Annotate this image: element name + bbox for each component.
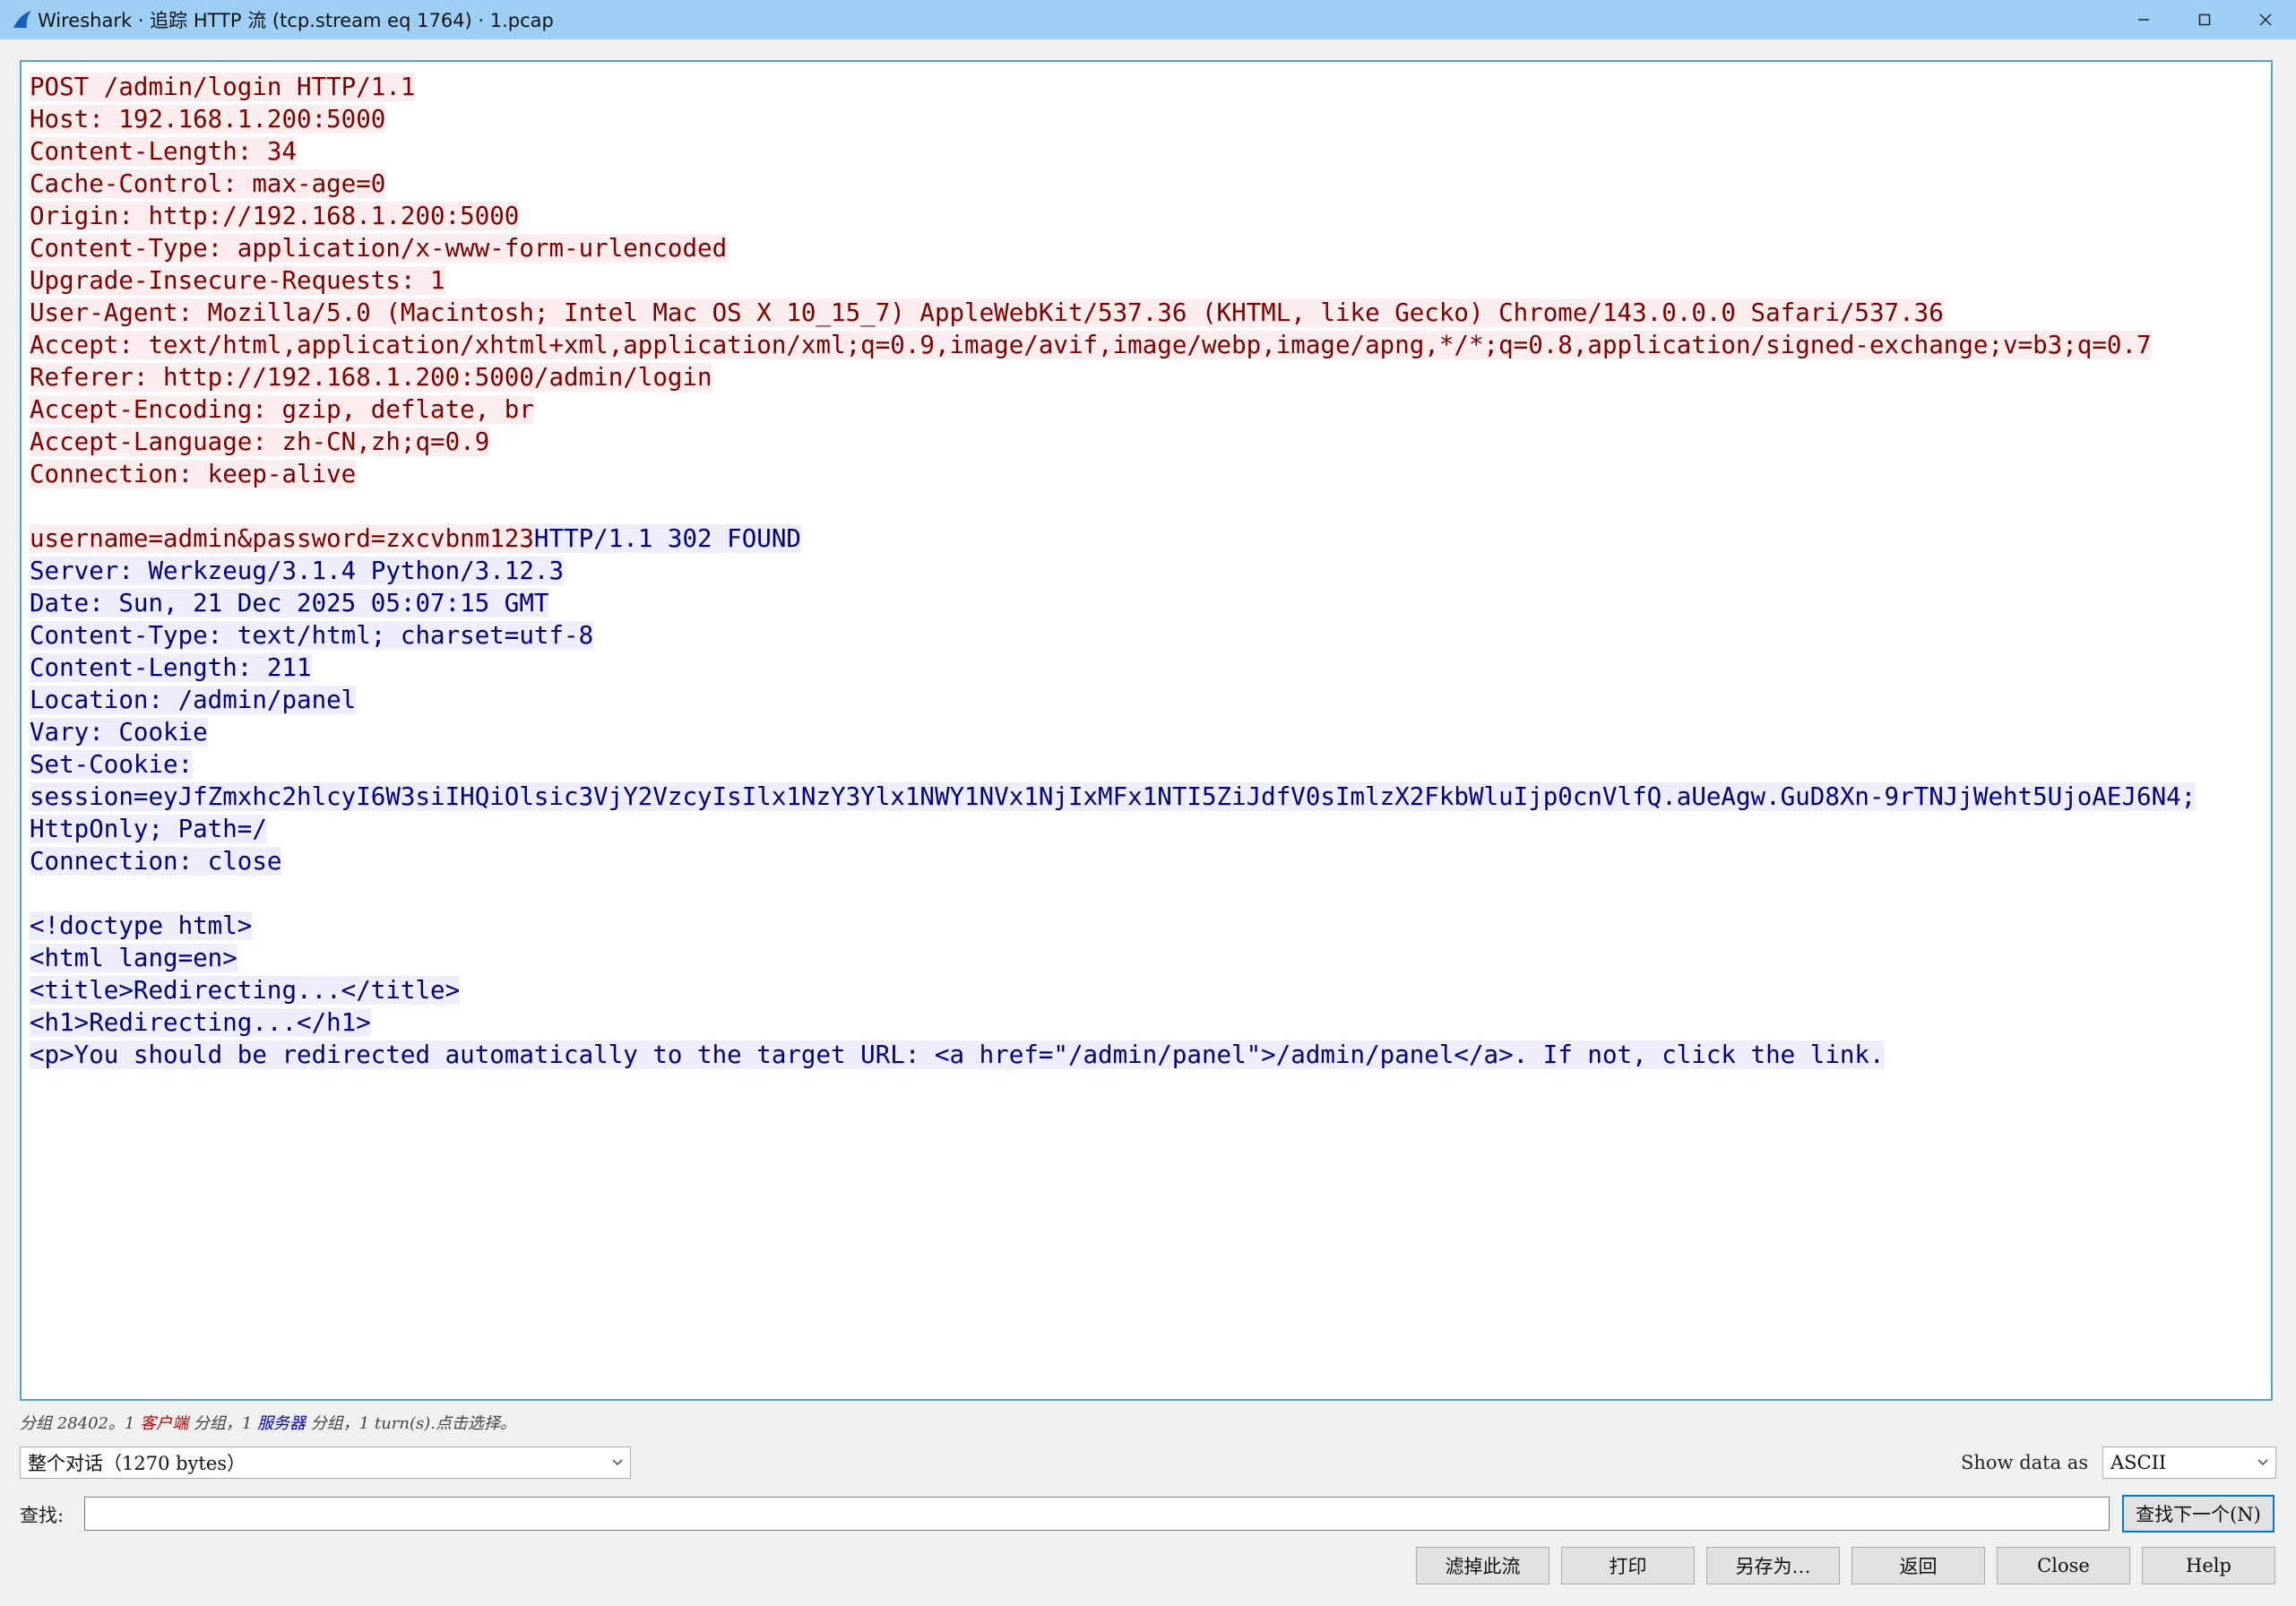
stream-line: Content-Type: application/x-www-form-url… <box>30 232 2271 264</box>
server-text: HTTP/1.1 302 FOUND <box>533 524 801 553</box>
status-prefix: 分组 28402。1 <box>20 1414 141 1433</box>
maximize-icon <box>2198 13 2211 26</box>
stream-line: Host: 192.168.1.200:5000 <box>30 103 2271 135</box>
server-text: <!doctype html> <box>30 911 253 940</box>
client-text: User-Agent: Mozilla/5.0 (Macintosh; Inte… <box>30 298 1944 327</box>
server-text: Connection: close <box>30 847 282 876</box>
server-text: session=eyJfZmxhc2hlcyI6W3siIHQiOlsic3Vj… <box>30 782 2197 811</box>
stream-line: Referer: http://192.168.1.200:5000/admin… <box>30 361 2271 393</box>
server-text: Date: Sun, 21 Dec 2025 05:07:15 GMT <box>30 589 549 617</box>
client-text: Connection: keep-alive <box>30 460 357 488</box>
server-text: Content-Length: 211 <box>30 653 312 682</box>
find-label: 查找: <box>20 1505 65 1526</box>
wireshark-fin-icon <box>11 8 34 31</box>
server-text: <title>Redirecting...</title> <box>30 976 461 1005</box>
server-text: Location: /admin/panel <box>30 686 357 714</box>
stream-line: <html lang=en> <box>30 942 2271 974</box>
stream-line: Accept: text/html,application/xhtml+xml,… <box>30 329 2271 361</box>
stream-line <box>30 490 2271 522</box>
show-data-label: Show data as <box>1961 1452 2089 1473</box>
client-text: Upgrade-Insecure-Requests: 1 <box>30 266 445 295</box>
stream-line: Location: /admin/panel <box>30 684 2271 716</box>
stream-line: Accept-Encoding: gzip, deflate, br <box>30 393 2271 426</box>
client-text: Accept: text/html,application/xhtml+xml,… <box>30 331 2152 359</box>
server-text: Set-Cookie: <box>30 750 194 779</box>
server-text: <h1>Redirecting...</h1> <box>30 1008 371 1037</box>
stream-line: Connection: close <box>30 845 2271 877</box>
find-input[interactable] <box>84 1497 2110 1531</box>
filter-out-stream-button[interactable]: 滤掉此流 <box>1416 1547 1549 1584</box>
chevron-down-icon <box>605 1458 630 1467</box>
stream-line: HttpOnly; Path=/ <box>30 813 2271 845</box>
client-text: Content-Length: 34 <box>30 137 298 166</box>
back-button[interactable]: 返回 <box>1851 1547 1985 1584</box>
stream-line: POST /admin/login HTTP/1.1 <box>30 71 2271 103</box>
client-text: username=admin&password=zxcvbnm123 <box>30 524 534 553</box>
close-icon <box>2259 13 2272 26</box>
help-button[interactable]: Help <box>2142 1547 2275 1584</box>
stream-line: User-Agent: Mozilla/5.0 (Macintosh; Inte… <box>30 297 2271 329</box>
show-data-select[interactable]: ASCII <box>2102 1446 2276 1479</box>
stream-line: Accept-Language: zh-CN,zh;q=0.9 <box>30 426 2271 458</box>
close-dialog-button[interactable]: Close <box>1997 1547 2130 1584</box>
stream-line: username=admin&password=zxcvbnm123HTTP/1… <box>30 522 2271 555</box>
minimize-button[interactable] <box>2113 0 2174 39</box>
print-button[interactable]: 打印 <box>1561 1547 1695 1584</box>
stream-line: Vary: Cookie <box>30 716 2271 748</box>
client-text: POST /admin/login HTTP/1.1 <box>30 73 416 101</box>
stream-line: Content-Length: 34 <box>30 135 2271 168</box>
server-text: Content-Type: text/html; charset=utf-8 <box>30 621 594 650</box>
status-server-label: 服务器 <box>257 1414 306 1433</box>
status-suffix: 分组，1 turn(s).点击选择。 <box>306 1414 516 1433</box>
title-bar: Wireshark · 追踪 HTTP 流 (tcp.stream eq 176… <box>0 0 2296 39</box>
stream-line: <!doctype html> <box>30 910 2271 942</box>
stream-content-pane[interactable]: POST /admin/login HTTP/1.1 Host: 192.168.… <box>20 60 2273 1401</box>
window-title: Wireshark · 追踪 HTTP 流 (tcp.stream eq 176… <box>38 10 554 31</box>
server-text: <html lang=en> <box>30 944 237 972</box>
stream-line: Connection: keep-alive <box>30 458 2271 490</box>
stream-line: <p>You should be redirected automaticall… <box>30 1039 2271 1071</box>
stream-line: Server: Werkzeug/3.1.4 Python/3.12.3 <box>30 555 2271 587</box>
server-text: Server: Werkzeug/3.1.4 Python/3.12.3 <box>30 557 565 585</box>
stream-line: <h1>Redirecting...</h1> <box>30 1006 2271 1039</box>
find-next-button[interactable]: 查找下一个(N) <box>2122 1495 2274 1533</box>
client-text: Referer: http://192.168.1.200:5000/admin… <box>30 363 712 392</box>
status-middle: 分组，1 <box>188 1414 258 1433</box>
close-button[interactable] <box>2235 0 2296 39</box>
packet-status-text: 分组 28402。1 客户端 分组，1 服务器 分组，1 turn(s).点击选… <box>20 1411 516 1434</box>
save-as-button[interactable]: 另存为… <box>1706 1547 1840 1584</box>
chevron-down-icon <box>2250 1458 2275 1467</box>
client-text: Accept-Language: zh-CN,zh;q=0.9 <box>30 427 490 456</box>
stream-line: Set-Cookie: <box>30 748 2271 781</box>
status-client-label: 客户端 <box>140 1414 189 1433</box>
stream-line: Content-Length: 211 <box>30 652 2271 684</box>
client-text: Cache-Control: max-age=0 <box>30 169 386 198</box>
stream-line: <title>Redirecting...</title> <box>30 974 2271 1006</box>
stream-line: session=eyJfZmxhc2hlcyI6W3siIHQiOlsic3Vj… <box>30 781 2271 813</box>
conversation-select-value: 整个对话（1270 bytes） <box>28 1453 246 1474</box>
client-text: Content-Type: application/x-www-form-url… <box>30 234 728 263</box>
client-text: Host: 192.168.1.200:5000 <box>30 105 386 134</box>
server-text: <p>You should be redirected automaticall… <box>30 1040 1885 1069</box>
server-text: Vary: Cookie <box>30 718 208 747</box>
stream-line <box>30 877 2271 910</box>
show-data-value: ASCII <box>2110 1452 2167 1473</box>
stream-line: Cache-Control: max-age=0 <box>30 168 2271 200</box>
client-text: Origin: http://192.168.1.200:5000 <box>30 202 520 230</box>
stream-line: Origin: http://192.168.1.200:5000 <box>30 200 2271 232</box>
maximize-button[interactable] <box>2174 0 2235 39</box>
stream-line: Upgrade-Insecure-Requests: 1 <box>30 264 2271 297</box>
conversation-select[interactable]: 整个对话（1270 bytes） <box>20 1446 631 1479</box>
stream-line: Content-Type: text/html; charset=utf-8 <box>30 619 2271 652</box>
stream-line: Date: Sun, 21 Dec 2025 05:07:15 GMT <box>30 587 2271 619</box>
minimize-icon <box>2138 19 2149 21</box>
client-text: Accept-Encoding: gzip, deflate, br <box>30 395 534 424</box>
server-text: HttpOnly; Path=/ <box>30 815 267 843</box>
